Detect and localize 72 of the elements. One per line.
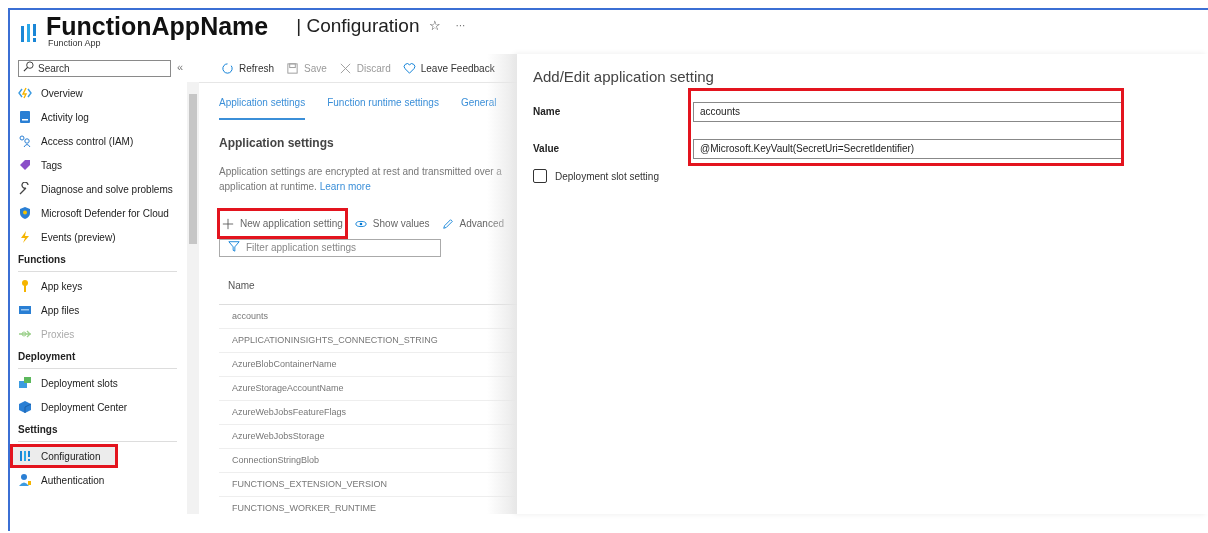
table-cell: accounts (219, 305, 517, 329)
checkbox-label: Deployment slot setting (555, 170, 659, 182)
lightning-icon (18, 230, 32, 244)
nav-item[interactable]: App keys (10, 274, 187, 298)
log-icon (18, 110, 32, 124)
tab[interactable]: General (460, 97, 497, 120)
section-heading: Functions (18, 254, 177, 272)
text-field[interactable]: accounts (693, 101, 1123, 122)
nav-item[interactable]: Configuration (10, 444, 118, 468)
table-cell: FUNCTIONS_EXTENSION_VERSION (219, 473, 517, 497)
person-icon (18, 473, 32, 487)
nav-item[interactable]: Overview (10, 81, 187, 105)
table-cell: AzureStorageAccountName (219, 377, 517, 401)
refresh-icon (221, 61, 234, 75)
code-window-icon (18, 303, 32, 317)
close-icon (338, 61, 352, 75)
toolbar-button[interactable]: Leave Feedback (402, 61, 495, 75)
toolbar-button[interactable]: Refresh (221, 61, 274, 75)
search-icon (23, 61, 34, 72)
section-title: Application settings (219, 136, 335, 150)
app-type: Function App (48, 39, 101, 48)
pencil-icon (441, 217, 454, 230)
save-icon (286, 61, 299, 75)
table-cell: AzureWebJobsStorage (219, 425, 517, 449)
section-heading: Settings (18, 424, 177, 442)
plus-icon (222, 217, 234, 230)
more-button[interactable]: ··· (451, 20, 470, 31)
learn-more-link[interactable]: Learn more (319, 181, 371, 192)
text-field[interactable]: @Microsoft.KeyVault(SecretUri=SecretIdentifier) (693, 138, 1123, 159)
field-label: Value (533, 143, 561, 154)
scrollbar[interactable] (187, 82, 199, 514)
nav-item[interactable]: Events (preview) (10, 225, 187, 249)
search-field[interactable]: Search (18, 60, 171, 77)
cube-icon (18, 400, 32, 414)
tab[interactable]: Function runtime settings (327, 97, 439, 120)
table-cell: FUNCTIONS_WORKER_RUNTIME (219, 497, 517, 514)
shield-icon (18, 206, 32, 220)
panel-title: Add/Edit application setting (533, 68, 715, 85)
nav-item[interactable]: Diagnose and solve problems (10, 177, 187, 201)
checkbox[interactable] (533, 169, 547, 183)
wrench-icon (18, 182, 32, 196)
people-icon (18, 134, 32, 148)
tab[interactable]: Application settings (219, 97, 306, 120)
column-header[interactable]: Name (219, 271, 517, 305)
field-label: Name (533, 106, 562, 117)
action-button[interactable]: Advanced (438, 210, 508, 237)
collapse-button[interactable]: « (177, 60, 184, 73)
tag-icon (18, 158, 32, 172)
nav-item[interactable]: Microsoft Defender for Cloud (10, 201, 187, 225)
nav-item[interactable]: Deployment slots (10, 371, 187, 395)
nav-item[interactable]: Deployment Center (10, 395, 187, 419)
lightning-icon (18, 86, 32, 100)
action-button[interactable]: Show values (351, 210, 433, 237)
filter-icon (228, 240, 240, 252)
table-cell: AzureBlobContainerName (219, 353, 517, 377)
heart-icon (402, 61, 416, 75)
nav-item[interactable]: Tags (10, 153, 187, 177)
action-button[interactable]: New application setting (219, 210, 346, 237)
app-name: FunctionAppName (46, 14, 269, 39)
nav-item[interactable]: Activity log (10, 105, 187, 129)
sliders-icon (18, 449, 32, 463)
nav-item[interactable]: App files (10, 298, 187, 322)
nav-item[interactable]: Access control (IAM) (10, 129, 187, 153)
slots-icon (18, 376, 32, 390)
favorite-button[interactable]: ☆ (425, 18, 446, 33)
table-cell: APPLICATIONINSIGHTS_CONNECTION_STRING (219, 329, 517, 353)
section-heading: Deployment (18, 351, 177, 369)
table-cell: ConnectionStringBlob (219, 449, 517, 473)
page-title: | Configuration (296, 15, 420, 37)
table-cell: AzureWebJobsFeatureFlags (219, 401, 517, 425)
nav-item[interactable]: Authentication (10, 468, 187, 492)
filter-field[interactable]: Filter application settings (219, 238, 441, 257)
